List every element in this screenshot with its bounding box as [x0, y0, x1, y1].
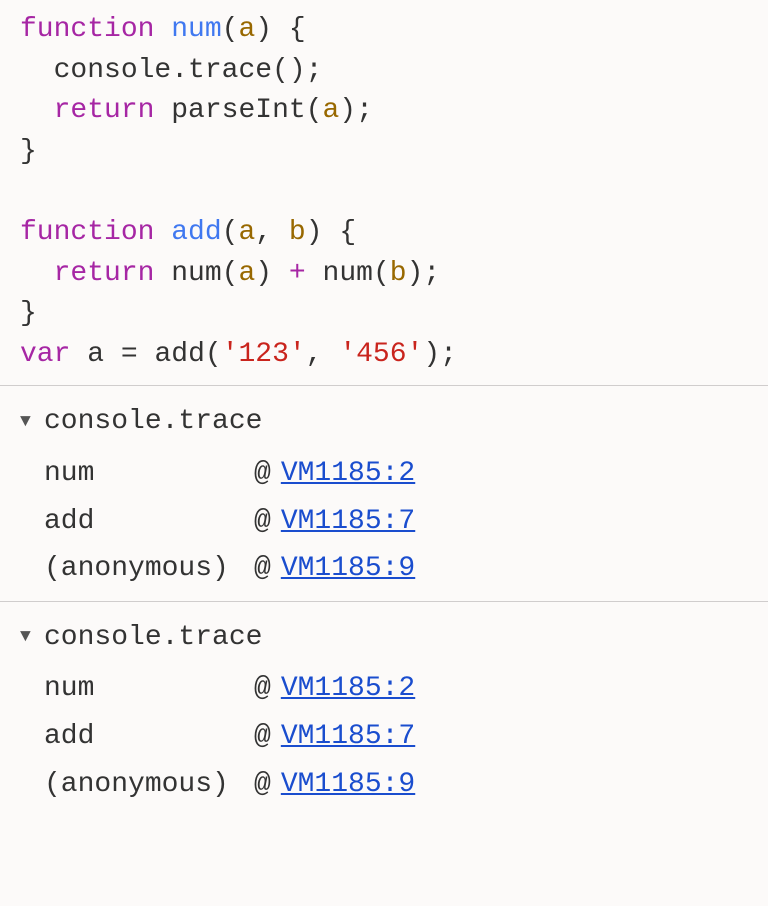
trace-function-name: add [44, 713, 254, 761]
code-line-2: console.trace(); [20, 51, 748, 92]
trace-title: console.trace [44, 614, 262, 662]
trace-row: num @ VM1185:2 [20, 665, 748, 713]
trace-function-name: add [44, 498, 254, 546]
trace-row: add @ VM1185:7 [20, 713, 748, 761]
source-link[interactable]: VM1185:7 [281, 713, 415, 761]
source-link[interactable]: VM1185:2 [281, 665, 415, 713]
code-line-3: return parseInt(a); [20, 91, 748, 132]
code-line-7: return num(a) + num(b); [20, 254, 748, 295]
trace-header[interactable]: ▼ console.trace [20, 398, 748, 446]
trace-row: (anonymous) @ VM1185:9 [20, 545, 748, 593]
trace-at: @ [254, 665, 271, 713]
code-line-5 [20, 172, 748, 213]
source-link[interactable]: VM1185:9 [281, 761, 415, 809]
trace-function-name: (anonymous) [44, 545, 254, 593]
trace-row: add @ VM1185:7 [20, 498, 748, 546]
chevron-down-icon[interactable]: ▼ [20, 407, 38, 438]
code-line-4: } [20, 132, 748, 173]
code-line-8: } [20, 294, 748, 335]
trace-at: @ [254, 450, 271, 498]
trace-row: num @ VM1185:2 [20, 450, 748, 498]
trace-function-name: num [44, 450, 254, 498]
code-line-9: var a = add('123', '456'); [20, 335, 748, 376]
code-editor[interactable]: function num(a) { console.trace(); retur… [0, 10, 768, 385]
code-line-1: function num(a) { [20, 10, 748, 51]
source-link[interactable]: VM1185:9 [281, 545, 415, 593]
chevron-down-icon[interactable]: ▼ [20, 622, 38, 653]
trace-row: (anonymous) @ VM1185:9 [20, 761, 748, 809]
source-link[interactable]: VM1185:2 [281, 450, 415, 498]
trace-title: console.trace [44, 398, 262, 446]
trace-function-name: (anonymous) [44, 761, 254, 809]
trace-header[interactable]: ▼ console.trace [20, 614, 748, 662]
trace-function-name: num [44, 665, 254, 713]
console-trace-group-1: ▼ console.trace num @ VM1185:2 add @ VM1… [0, 385, 768, 600]
trace-at: @ [254, 761, 271, 809]
trace-at: @ [254, 713, 271, 761]
source-link[interactable]: VM1185:7 [281, 498, 415, 546]
console-trace-group-2: ▼ console.trace num @ VM1185:2 add @ VM1… [0, 601, 768, 816]
code-line-6: function add(a, b) { [20, 213, 748, 254]
trace-at: @ [254, 498, 271, 546]
trace-at: @ [254, 545, 271, 593]
